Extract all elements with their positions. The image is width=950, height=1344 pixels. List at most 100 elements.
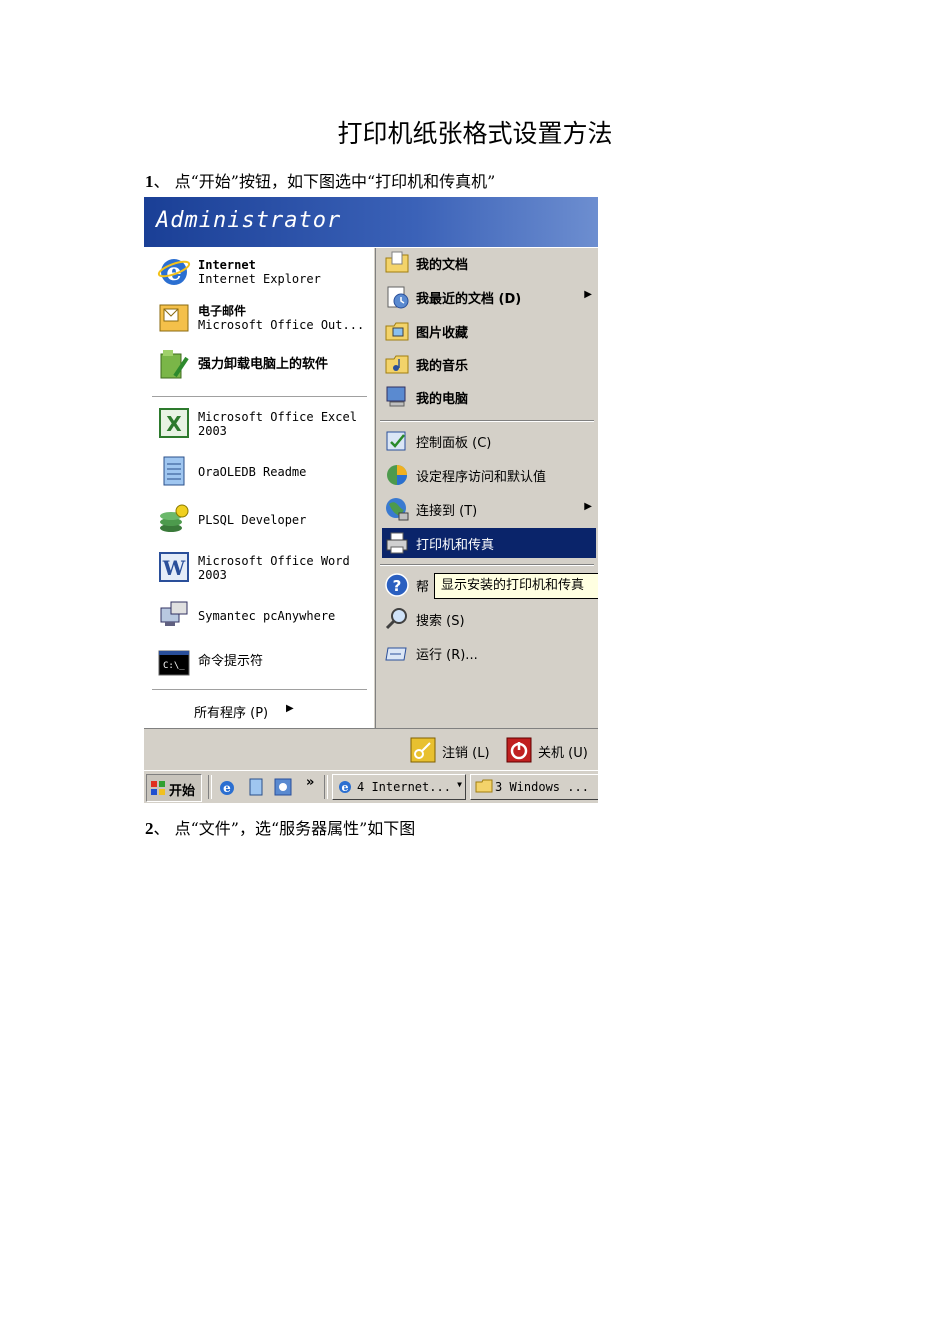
- menu-item-word[interactable]: W Microsoft Office Word 2003: [154, 548, 369, 584]
- menu-item-uninstall-label: 强力卸载电脑上的软件: [198, 357, 329, 372]
- step-2-number: 2: [145, 819, 154, 838]
- menu-item-pcanywhere[interactable]: Symantec pcAnywhere: [154, 596, 369, 632]
- places-pane: 我的文档 我最近的文档 (D) ▶ 图片收藏 我的音乐 我的电脑 控制面板 (C…: [375, 248, 598, 728]
- svg-text:W: W: [162, 556, 186, 580]
- menu-item-run[interactable]: 运行 (R)...: [382, 638, 596, 668]
- separator: [380, 420, 594, 422]
- toolbar-separator: [208, 775, 212, 799]
- shutdown-button[interactable]: 关机 (U): [506, 737, 596, 763]
- connect-icon: [386, 498, 409, 521]
- logoff-label: 注销 (L): [442, 746, 490, 761]
- printers-and-faxes-label: 打印机和传真: [416, 538, 495, 553]
- menu-item-program-access[interactable]: 设定程序访问和默认值: [382, 460, 596, 490]
- search-icon: [385, 608, 407, 630]
- menu-item-cmd[interactable]: C:\_ 命令提示符: [154, 644, 369, 680]
- submenu-arrow-icon: ▶: [584, 501, 592, 512]
- search-label: 搜索 (S): [416, 614, 465, 629]
- separator: [152, 689, 367, 691]
- svg-text:e: e: [223, 781, 231, 795]
- notepad-quicklaunch-icon[interactable]: [248, 778, 264, 796]
- menu-item-excel[interactable]: X Microsoft Office Excel 2003: [154, 404, 369, 440]
- my-computer-label: 我的电脑: [416, 392, 469, 407]
- menu-item-internet-title: Internet: [198, 258, 256, 272]
- pcanywhere-icon: [160, 601, 188, 626]
- dropdown-arrow-icon: ▼: [457, 780, 462, 789]
- ie-quicklaunch-icon[interactable]: e: [218, 778, 236, 796]
- menu-item-excel-title: Microsoft Office Excel: [198, 410, 357, 424]
- task-internet-label: 4 Internet...: [357, 780, 451, 794]
- menu-item-internet-subtitle: Internet Explorer: [198, 272, 321, 286]
- separator: [380, 564, 594, 566]
- step-2-instruction: 、 点“文件”，选“服务器属性”如下图: [153, 819, 416, 838]
- connect-to-label: 连接到 (T): [416, 504, 478, 519]
- menu-item-search[interactable]: 搜索 (S): [382, 604, 596, 634]
- all-programs-label: 所有程序 (P): [194, 706, 269, 721]
- menu-item-email-subtitle: Microsoft Office Out...: [198, 318, 365, 332]
- start-label: 开始: [169, 784, 196, 799]
- document-title: 打印机纸张格式设置方法: [337, 119, 613, 148]
- start-menu-screenshot: Administrator e Internet Internet Explor…: [144, 197, 598, 803]
- recent-documents-label: 我最近的文档 (D): [416, 292, 522, 307]
- user-name: Administrator: [156, 208, 342, 233]
- task-button-internet[interactable]: e 4 Internet... ▼: [332, 774, 466, 800]
- menu-item-word-title: Microsoft Office Word: [198, 554, 350, 568]
- program-access-icon: [387, 465, 407, 485]
- recent-documents-icon: [387, 286, 409, 309]
- menu-item-oraoledb[interactable]: OraOLEDB Readme: [154, 452, 369, 488]
- control-panel-label: 控制面板 (C): [416, 436, 492, 451]
- control-panel-icon: [386, 431, 406, 451]
- start-button[interactable]: 开始: [146, 774, 202, 802]
- task-button-windows[interactable]: 3 Windows ...: [470, 774, 598, 800]
- menu-item-my-computer[interactable]: 我的电脑: [382, 382, 596, 412]
- printer-icon: [386, 532, 408, 554]
- menu-item-recent-documents[interactable]: 我最近的文档 (D) ▶: [382, 282, 596, 312]
- ie-icon: e: [157, 257, 191, 286]
- my-music-label: 我的音乐: [416, 359, 469, 374]
- menu-item-email-title: 电子邮件: [198, 304, 247, 318]
- my-pictures-icon: [385, 322, 409, 341]
- menu-item-uninstall[interactable]: 强力卸载电脑上的软件: [154, 346, 369, 382]
- svg-text:e: e: [342, 781, 349, 794]
- step-1-number: 1: [145, 172, 154, 191]
- menu-item-my-music[interactable]: 我的音乐: [382, 349, 596, 379]
- plsql-icon: [160, 504, 189, 532]
- help-icon: ?: [385, 573, 409, 597]
- step-2-text: 2、 点“文件”，选“服务器属性”如下图: [145, 815, 415, 839]
- key-icon: [410, 737, 436, 763]
- pinned-programs-pane: e Internet Internet Explorer 电子邮件 Micros…: [144, 248, 374, 728]
- menu-item-internet[interactable]: e Internet Internet Explorer: [154, 254, 369, 290]
- cmd-icon: C:\_: [158, 650, 190, 676]
- menu-item-my-documents[interactable]: 我的文档: [382, 248, 596, 278]
- my-music-icon: [385, 355, 409, 374]
- quicklaunch-more-icon[interactable]: »: [306, 775, 314, 790]
- all-programs-button[interactable]: 所有程序 (P) ▶: [194, 698, 344, 722]
- menu-item-my-pictures[interactable]: 图片收藏: [382, 316, 596, 346]
- power-icon: [506, 737, 532, 763]
- help-label: 帮: [416, 580, 430, 595]
- outlook-quicklaunch-icon[interactable]: [274, 778, 292, 796]
- windows-logo-icon: [151, 781, 165, 795]
- my-computer-icon: [386, 386, 406, 407]
- menu-item-email[interactable]: 电子邮件 Microsoft Office Out...: [154, 300, 369, 336]
- menu-item-cmd-label: 命令提示符: [198, 654, 264, 669]
- my-pictures-label: 图片收藏: [416, 326, 469, 341]
- menu-item-oraoledb-label: OraOLEDB Readme: [198, 465, 307, 479]
- ie-icon: e: [339, 781, 351, 794]
- menu-item-printers-and-faxes[interactable]: 打印机和传真: [382, 528, 596, 558]
- svg-text:X: X: [166, 412, 182, 436]
- menu-item-plsql[interactable]: PLSQL Developer: [154, 500, 369, 536]
- submenu-arrow-icon: ▶: [584, 289, 592, 300]
- menu-item-control-panel[interactable]: 控制面板 (C): [382, 426, 596, 456]
- my-documents-label: 我的文档: [416, 258, 469, 273]
- step-1-text: 1、 点“开始”按钮，如下图选中“打印机和传真机”: [145, 168, 495, 192]
- uninstall-icon: [160, 350, 189, 379]
- step-1-instruction: 、 点“开始”按钮，如下图选中“打印机和传真机”: [153, 172, 496, 191]
- taskbar: 开始 e » e 4 Internet... ▼ 3 Windows ...: [144, 770, 598, 803]
- task-windows-label: 3 Windows ...: [495, 780, 589, 794]
- logoff-button[interactable]: 注销 (L): [410, 737, 500, 763]
- folder-icon: [475, 779, 493, 793]
- menu-item-excel-subtitle: 2003: [198, 424, 227, 438]
- menu-item-connect-to[interactable]: 连接到 (T) ▶: [382, 494, 596, 524]
- word-icon: W: [159, 552, 189, 582]
- excel-icon: X: [159, 408, 189, 438]
